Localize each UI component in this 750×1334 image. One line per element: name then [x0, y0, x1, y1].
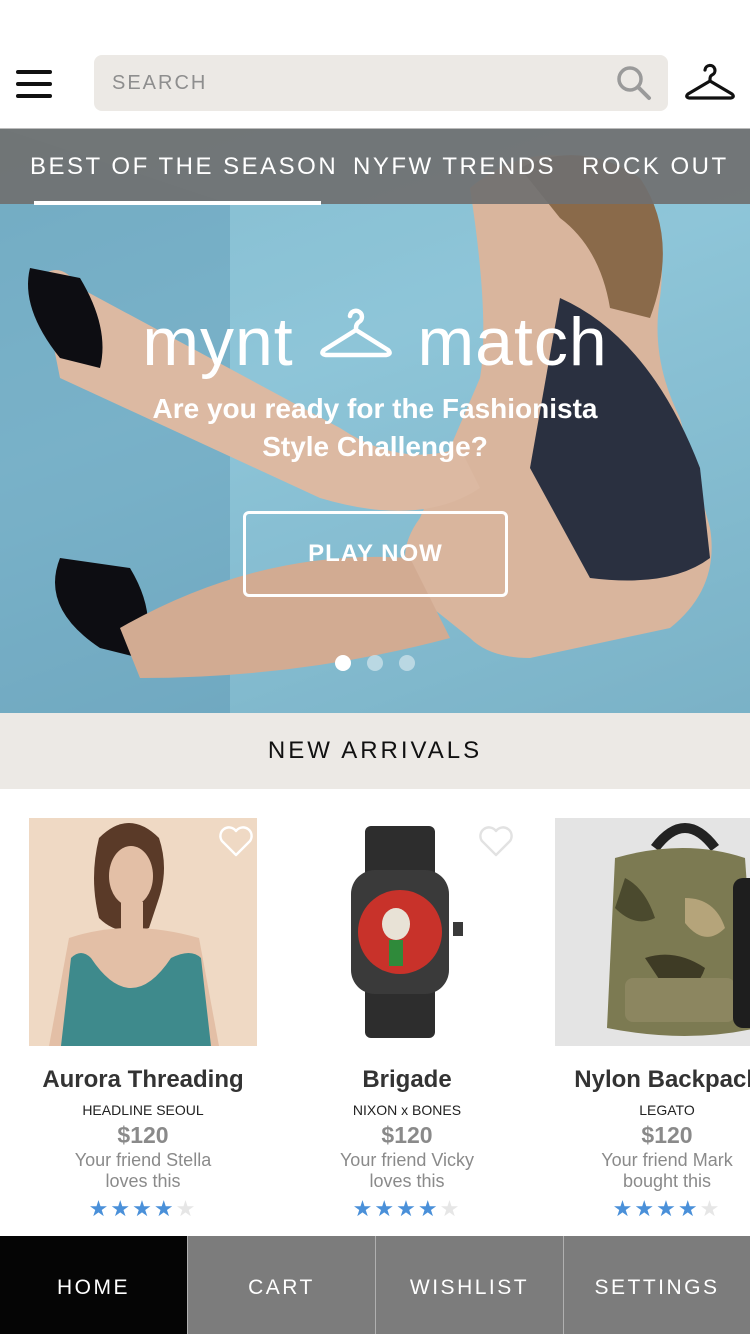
star-filled-icon: ★	[396, 1196, 418, 1221]
tab-nyfw-trends[interactable]: NYFW TRENDS	[353, 129, 556, 205]
star-filled-icon: ★	[153, 1196, 176, 1221]
star-empty-icon: ★	[175, 1196, 198, 1221]
star-filled-icon: ★	[352, 1196, 375, 1221]
search-icon[interactable]	[614, 63, 654, 103]
mynt-match-logo: mynt match	[0, 298, 750, 381]
hero-banner[interactable]: mynt match Are you ready for the Fashion…	[0, 128, 750, 713]
search-bar	[94, 55, 668, 111]
star-filled-icon: ★	[634, 1196, 657, 1221]
product-name[interactable]: Brigade	[277, 1066, 537, 1094]
nav-wishlist[interactable]: WISHLIST	[376, 1236, 563, 1334]
menu-line	[16, 70, 52, 74]
product-brand: LEGATO	[639, 1102, 695, 1118]
star-empty-icon: ★	[439, 1196, 462, 1221]
heart-icon[interactable]	[477, 824, 515, 858]
product-name[interactable]: Aurora Threading	[13, 1066, 273, 1094]
tab-best-of-the-season[interactable]: BEST OF THE SEASON	[30, 129, 338, 205]
star-filled-icon: ★	[374, 1196, 397, 1221]
logo-text-right: match	[417, 304, 608, 381]
product-price: $120	[641, 1122, 693, 1148]
app-header	[0, 0, 750, 128]
heart-icon[interactable]	[217, 824, 255, 858]
hamburger-menu-icon[interactable]	[16, 70, 52, 98]
product-card[interactable]: Aurora Threading HEADLINE SEOUL $120 You…	[13, 790, 273, 1236]
star-filled-icon: ★	[132, 1196, 154, 1221]
hanger-icon[interactable]	[684, 60, 736, 104]
bottom-nav: HOME CART WISHLIST SETTINGS	[0, 1236, 750, 1334]
logo-text-left: mynt	[142, 304, 294, 381]
tab-rock-out[interactable]: ROCK OUT	[582, 129, 729, 205]
new-arrivals-heading: NEW ARRIVALS	[0, 713, 750, 789]
carousel-dot-1[interactable]	[335, 655, 351, 671]
product-price: $120	[381, 1122, 433, 1148]
star-filled-icon: ★	[110, 1196, 133, 1221]
star-rating: ★★★★★	[277, 1196, 537, 1222]
play-now-button[interactable]: PLAY NOW	[243, 511, 508, 597]
hero-tagline: Are you ready for the Fashionista Style …	[152, 393, 598, 462]
star-filled-icon: ★	[677, 1196, 700, 1221]
search-input[interactable]	[94, 55, 604, 111]
star-rating: ★★★★★	[537, 1196, 750, 1222]
product-price: $120	[117, 1122, 169, 1148]
product-card[interactable]: Nylon Backpack LEGATO $120 Your friend M…	[537, 790, 750, 1236]
friend-activity: Your friend Vicky loves this	[339, 1150, 475, 1191]
logo-hanger-icon	[319, 308, 392, 358]
product-carousel[interactable]: Aurora Threading HEADLINE SEOUL $120 You…	[0, 790, 750, 1236]
star-filled-icon: ★	[417, 1196, 440, 1221]
nav-home[interactable]: HOME	[0, 1236, 187, 1334]
product-image[interactable]	[29, 818, 257, 1046]
product-image[interactable]	[293, 818, 521, 1046]
menu-line	[16, 94, 52, 98]
friend-activity: Your friend Stella loves this	[74, 1150, 212, 1191]
product-brand: NIXON x BONES	[352, 1102, 462, 1118]
active-tab-indicator	[34, 201, 321, 205]
menu-line	[16, 82, 52, 86]
category-tabs: BEST OF THE SEASON NYFW TRENDS ROCK OUT	[0, 128, 750, 205]
star-filled-icon: ★	[88, 1196, 111, 1221]
product-card[interactable]: Brigade NIXON x BONES $120 Your friend V…	[277, 790, 537, 1236]
product-name[interactable]: Nylon Backpack	[537, 1066, 750, 1094]
nav-settings[interactable]: SETTINGS	[564, 1236, 750, 1334]
star-filled-icon: ★	[612, 1196, 635, 1221]
friend-activity: Your friend Mark bought this	[601, 1150, 733, 1191]
nav-cart[interactable]: CART	[188, 1236, 375, 1334]
product-image[interactable]	[555, 818, 750, 1046]
carousel-dot-3[interactable]	[399, 655, 415, 671]
star-empty-icon: ★	[699, 1196, 722, 1221]
product-brand: HEADLINE SEOUL	[82, 1102, 204, 1118]
star-rating: ★★★★★	[13, 1196, 273, 1222]
backpack-photo	[555, 818, 750, 1046]
carousel-dot-2[interactable]	[367, 655, 383, 671]
star-filled-icon: ★	[656, 1196, 678, 1221]
